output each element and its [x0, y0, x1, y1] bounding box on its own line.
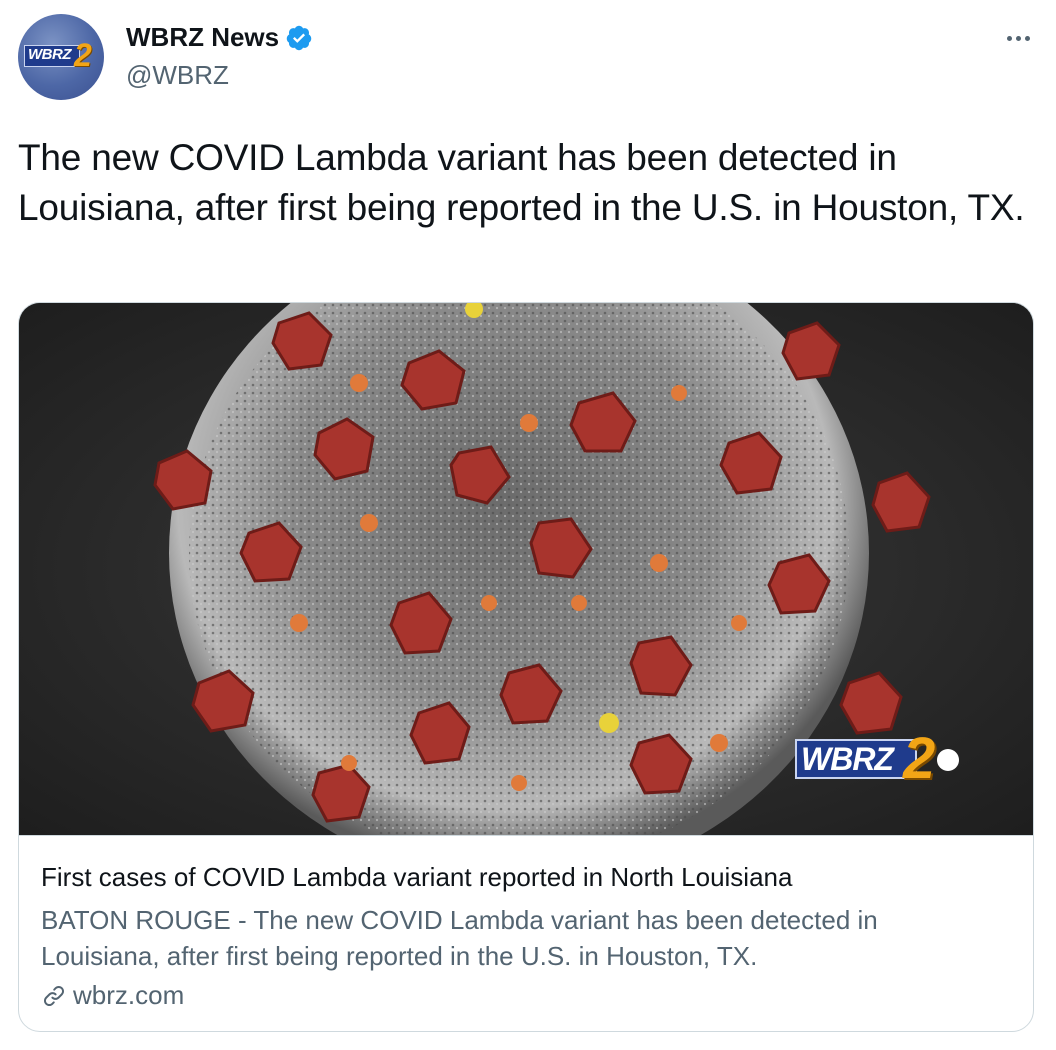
avatar[interactable]: WBRZ 2 — [18, 14, 104, 100]
link-icon — [44, 985, 64, 1006]
logo-text: WBRZ — [28, 46, 72, 63]
card-description: BATON ROUGE - The new COVID Lambda varia… — [41, 905, 878, 971]
watermark-text: WBRZ — [801, 741, 894, 777]
card-body[interactable]: First cases of COVID Lambda variant repo… — [19, 835, 1033, 1031]
domain-text[interactable]: wbrz.com — [73, 980, 184, 1011]
card-title[interactable]: First cases of COVID Lambda variant repo… — [41, 862, 792, 893]
coronavirus-image[interactable]: WBRZ 2 — [19, 303, 1033, 835]
wbrz-logo: WBRZ 2 — [24, 37, 98, 73]
link-card[interactable]: WBRZ 2 First cases of COVID Lambda varia… — [18, 302, 1034, 1032]
watermark-number: 2 — [903, 726, 936, 791]
verified-badge-icon — [286, 25, 312, 50]
logo-number: 2 — [74, 37, 92, 73]
wbrz-watermark: WBRZ 2 — [795, 726, 965, 791]
tweet-text: The new COVID Lambda variant has been de… — [18, 137, 1025, 228]
handle[interactable]: @WBRZ — [126, 60, 229, 91]
name-row: WBRZ News — [126, 22, 313, 53]
card-domain[interactable]: wbrz.com — [41, 980, 184, 1011]
more-options-icon[interactable] — [1000, 20, 1036, 56]
abc-icon — [937, 749, 959, 771]
display-name[interactable]: WBRZ News — [126, 22, 279, 53]
